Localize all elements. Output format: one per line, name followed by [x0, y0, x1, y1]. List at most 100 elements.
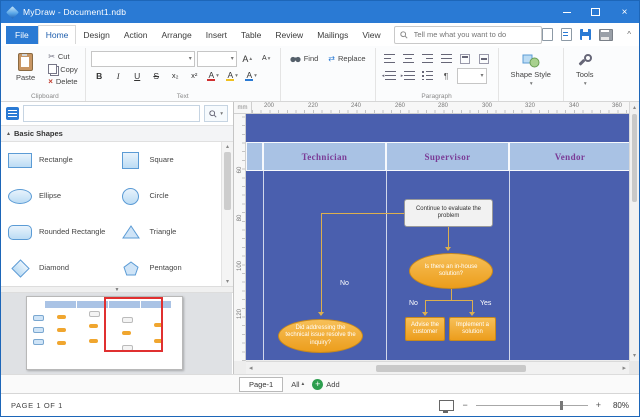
increase-font-button[interactable]: A▴: [239, 51, 256, 67]
align-left-button[interactable]: [381, 51, 398, 67]
flow-shape-inhouse-decision[interactable]: Is there an in-house solution?: [409, 253, 493, 289]
bold-button[interactable]: B: [91, 68, 108, 84]
shape-item-rounded-rectangle[interactable]: Rounded Rectangle: [1, 214, 112, 250]
superscript-button[interactable]: x²: [186, 68, 203, 84]
scrollbar-thumb[interactable]: [376, 365, 526, 372]
scroll-up-icon[interactable]: ▴: [222, 143, 233, 150]
add-page-button[interactable]: + Add: [312, 379, 339, 390]
zoom-in-button[interactable]: +: [596, 400, 601, 410]
lane-header-partial[interactable]: [246, 142, 263, 171]
tools-button[interactable]: Tools ▾: [569, 50, 601, 88]
shape-style-button[interactable]: Shape Style ▾: [504, 50, 558, 88]
lane-header-technician[interactable]: Technician: [263, 142, 386, 171]
shape-item-triangle[interactable]: Triangle: [112, 214, 223, 250]
zoom-out-button[interactable]: −: [462, 400, 467, 410]
line-spacing-select[interactable]: ▾: [457, 68, 487, 84]
zoom-thumb[interactable]: [560, 401, 563, 410]
print-icon[interactable]: [599, 29, 613, 41]
tab-home[interactable]: Home: [38, 25, 77, 44]
align-justify-button[interactable]: [438, 51, 455, 67]
strikethrough-button[interactable]: S: [148, 68, 165, 84]
library-icon[interactable]: [6, 107, 19, 120]
horizontal-scrollbar[interactable]: ◂ ▸: [246, 361, 629, 374]
minimize-button[interactable]: [552, 1, 581, 23]
shape-item-pentagon[interactable]: Pentagon: [112, 250, 223, 286]
flow-shape-advise[interactable]: Advise the customer: [405, 317, 445, 341]
lane-title: Supervisor: [424, 152, 470, 162]
scroll-down-icon[interactable]: ▾: [630, 352, 639, 359]
shape-item-diamond[interactable]: Diamond: [1, 250, 112, 286]
flow-shape-implement[interactable]: Implement a solution: [449, 317, 496, 341]
pan-zoom-preview[interactable]: [1, 293, 232, 374]
shapes-search-input[interactable]: [23, 105, 200, 122]
font-color-button[interactable]: A▾: [243, 68, 260, 84]
align-center-button[interactable]: [400, 51, 417, 67]
highlight-color-button[interactable]: A▾: [224, 68, 241, 84]
maximize-button[interactable]: [581, 1, 610, 23]
panel-splitter[interactable]: ▼: [1, 286, 233, 293]
scroll-down-icon[interactable]: ▾: [222, 278, 233, 285]
paste-button[interactable]: Paste: [10, 50, 41, 87]
align-right-button[interactable]: [419, 51, 436, 67]
italic-button[interactable]: I: [110, 68, 127, 84]
tell-me-search[interactable]: [394, 26, 543, 44]
shape-item-circle[interactable]: Circle: [112, 178, 223, 214]
decrease-font-button[interactable]: A▾: [258, 51, 275, 67]
align-top-button[interactable]: [457, 51, 474, 67]
tab-view[interactable]: View: [355, 26, 387, 44]
indent-decrease-button[interactable]: ◂: [381, 68, 398, 84]
viewport-rectangle[interactable]: [104, 297, 163, 352]
shape-list-scrollbar[interactable]: ▴ ▾: [221, 142, 233, 286]
replace-button[interactable]: ⇄ Replace: [324, 52, 369, 65]
pages-all-button[interactable]: All ▴: [291, 380, 304, 389]
flow-shape-continue[interactable]: Continue to evaluate the problem: [404, 199, 493, 227]
tab-insert[interactable]: Insert: [199, 26, 234, 44]
close-button[interactable]: ×: [610, 1, 639, 23]
save-icon[interactable]: [580, 29, 591, 40]
lane-header-supervisor[interactable]: Supervisor: [386, 142, 509, 171]
find-button[interactable]: Find: [286, 52, 323, 65]
drawing-canvas[interactable]: Technician Supervisor Vendor: [246, 114, 631, 360]
open-document-icon[interactable]: [561, 28, 572, 41]
underline-color-button[interactable]: A▾: [205, 68, 222, 84]
paragraph-marks-button[interactable]: ¶: [438, 68, 455, 84]
scrollbar-thumb[interactable]: [632, 114, 637, 202]
fit-to-screen-icon[interactable]: [439, 400, 454, 411]
zoom-slider[interactable]: [476, 401, 588, 410]
shapes-search-button[interactable]: ▾: [204, 105, 228, 122]
tab-design[interactable]: Design: [76, 26, 116, 44]
search-input[interactable]: [412, 29, 537, 40]
tab-file[interactable]: File: [6, 26, 38, 44]
delete-button[interactable]: × Delete: [46, 76, 80, 87]
lane-header-vendor[interactable]: Vendor: [509, 142, 631, 171]
align-middle-button[interactable]: [476, 51, 493, 67]
copy-button[interactable]: Copy: [46, 63, 80, 75]
ruler-number: 120: [237, 308, 243, 320]
scroll-left-icon[interactable]: ◂: [249, 364, 253, 372]
tab-arrange[interactable]: Arrange: [154, 26, 198, 44]
shape-item-ellipse[interactable]: Ellipse: [1, 178, 112, 214]
subscript-button[interactable]: x₂: [167, 68, 184, 84]
tab-action[interactable]: Action: [117, 26, 155, 44]
scrollbar-thumb[interactable]: [224, 152, 231, 210]
bullet-list-button[interactable]: [419, 68, 436, 84]
shape-item-square[interactable]: Square: [112, 142, 223, 178]
add-label: Add: [326, 380, 339, 389]
underline-button[interactable]: U: [129, 68, 146, 84]
indent-increase-button[interactable]: ▸: [400, 68, 417, 84]
new-document-icon[interactable]: [542, 28, 553, 41]
tab-table[interactable]: Table: [234, 26, 268, 44]
collapse-ribbon-button[interactable]: ^: [621, 28, 637, 41]
scroll-right-icon[interactable]: ▸: [622, 364, 626, 372]
shape-item-rectangle[interactable]: Rectangle: [1, 142, 112, 178]
tab-review[interactable]: Review: [268, 26, 310, 44]
vertical-scrollbar[interactable]: ▴ ▾: [629, 102, 639, 361]
basic-shapes-section-header[interactable]: ▴ Basic Shapes: [1, 126, 233, 142]
tab-mailings[interactable]: Mailings: [310, 26, 355, 44]
cut-button[interactable]: ✂ Cut: [46, 51, 80, 62]
font-family-select[interactable]: ▾: [91, 51, 195, 67]
font-size-select[interactable]: ▾: [197, 51, 237, 67]
page-tab[interactable]: Page-1: [239, 377, 283, 392]
scroll-up-icon[interactable]: ▴: [630, 104, 639, 111]
flow-shape-resolve-decision[interactable]: Did addressing the technical issue resol…: [278, 319, 363, 353]
